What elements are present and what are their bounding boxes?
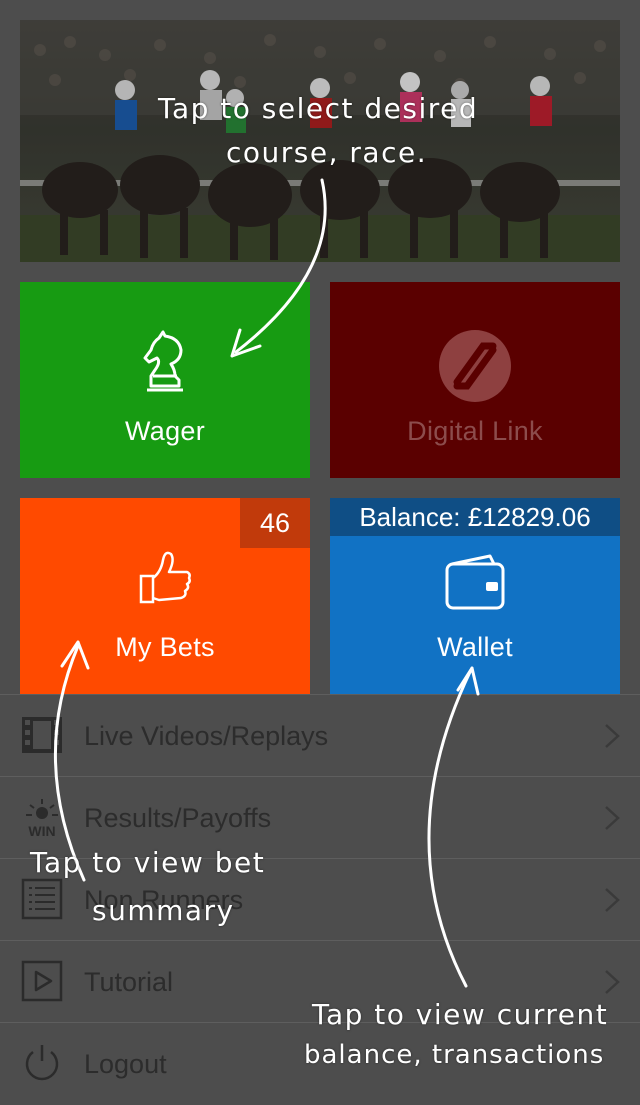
- wallet-tile[interactable]: Balance: £12829.06 Wallet: [330, 498, 620, 694]
- wallet-note-line1: Tap to view current: [312, 998, 609, 1031]
- menu-label-live-videos: Live Videos/Replays: [84, 721, 329, 751]
- bets-count-badge: 46: [240, 498, 310, 548]
- wallet-icon: [444, 552, 506, 617]
- play-icon: [20, 959, 64, 1003]
- chevron-right-icon: [604, 887, 620, 913]
- digital-link-label: Digital Link: [407, 416, 543, 446]
- wallet-balance: Balance: £12829.06: [330, 498, 620, 536]
- digital-link-tile[interactable]: Digital Link: [330, 282, 620, 478]
- chevron-right-icon: [604, 969, 620, 995]
- wager-tile[interactable]: Wager: [20, 282, 310, 478]
- menu-label-tutorial: Tutorial: [84, 967, 174, 997]
- my-bets-label: My Bets: [115, 632, 215, 662]
- banner-note-line2: course, race.: [226, 136, 428, 169]
- bets-note-line1: Tap to view bet: [30, 846, 266, 879]
- chess-knight-icon: [135, 330, 195, 399]
- menu-item-live-videos[interactable]: Live Videos/Replays: [0, 694, 640, 776]
- wallet-label: Wallet: [437, 632, 513, 662]
- power-icon: [20, 1041, 64, 1085]
- chevron-right-icon: [604, 723, 620, 749]
- menu-label-logout: Logout: [84, 1049, 167, 1079]
- wager-label: Wager: [124, 416, 206, 446]
- bets-note-line2: summary: [92, 894, 235, 927]
- film-icon: [20, 713, 64, 757]
- digital-link-logo-icon: [437, 328, 513, 409]
- chevron-right-icon: [604, 805, 620, 831]
- win-icon: WIN: [20, 795, 64, 839]
- svg-text:WIN: WIN: [28, 823, 55, 839]
- list-icon: [20, 877, 64, 921]
- thumbs-up-icon: [135, 546, 195, 611]
- my-bets-tile[interactable]: 46 My Bets: [20, 498, 310, 694]
- banner-note-line1: Tap to select desired: [158, 92, 479, 125]
- wallet-note-line2: balance, transactions: [304, 1040, 605, 1070]
